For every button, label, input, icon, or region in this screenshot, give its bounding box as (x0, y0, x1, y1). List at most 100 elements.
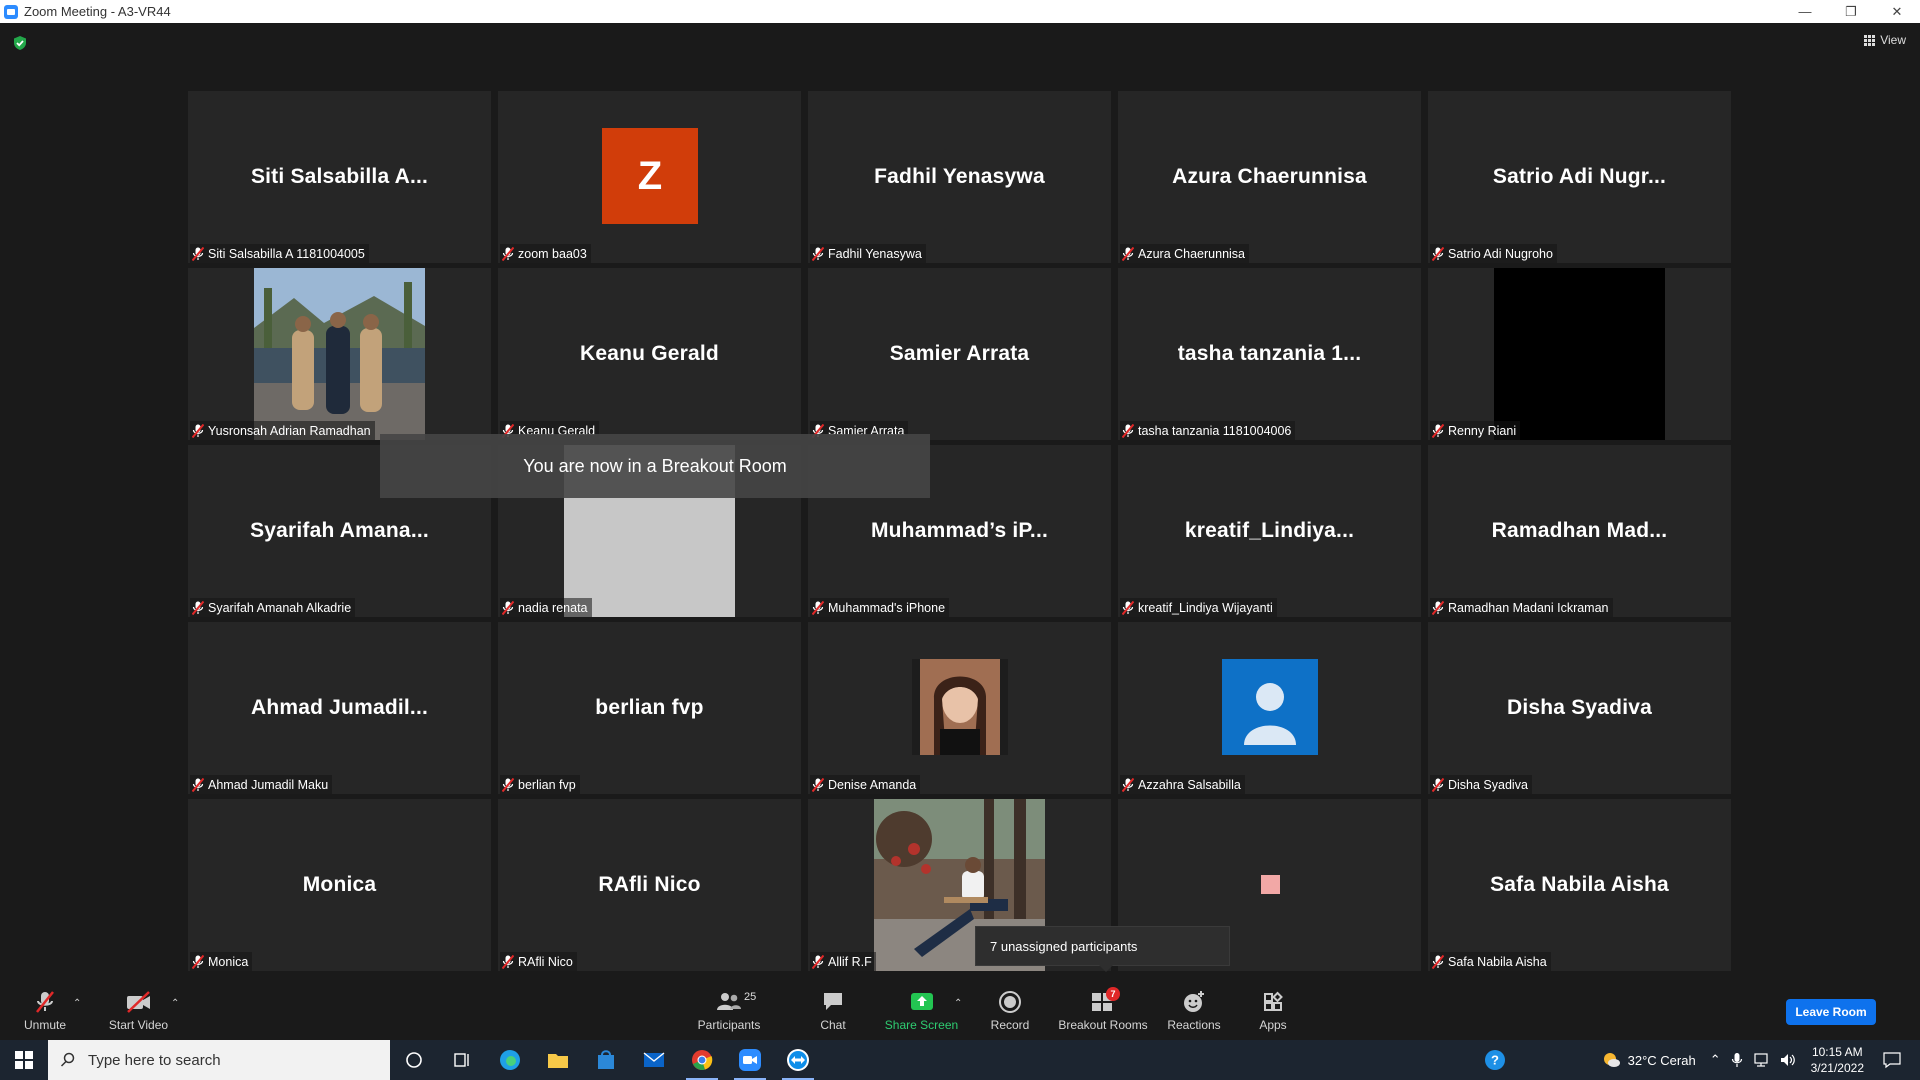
participant-tile[interactable]: Denise Amanda (808, 622, 1111, 794)
zoom-app-button[interactable] (726, 1040, 774, 1080)
record-icon (999, 990, 1021, 1013)
participant-name: Safa Nabila Aisha (1448, 954, 1547, 969)
muted-mic-icon (812, 954, 824, 969)
unmute-label: Unmute (23, 1017, 67, 1032)
store-app-button[interactable] (582, 1040, 630, 1080)
close-icon[interactable]: ✕ (1874, 0, 1920, 23)
chrome-app-button[interactable] (678, 1040, 726, 1080)
unmute-button[interactable]: Unmute (20, 980, 70, 1040)
taskbar-clock[interactable]: 10:15 AM 3/21/2022 (1811, 1044, 1864, 1076)
participant-tile[interactable]: Azzahra Salsabilla (1118, 622, 1421, 794)
participant-tile[interactable]: Zzoom baa03 (498, 91, 801, 263)
participant-tile[interactable]: Safa Nabila Aisha Safa Nabila Aisha (1428, 799, 1731, 971)
participant-tile[interactable]: Azura Chaerunnisa Azura Chaerunnisa (1118, 91, 1421, 263)
participant-display-name: Keanu Gerald (580, 342, 719, 365)
microphone-icon[interactable] (1731, 1052, 1743, 1068)
network-icon[interactable] (1753, 1052, 1771, 1068)
participant-name: nadia renata (518, 600, 588, 615)
participant-name-label: RAfli Nico (500, 952, 577, 971)
participant-name: Allif R.F (828, 954, 872, 969)
participant-tile[interactable]: tasha tanzania 1... tasha tanzania 118100… (1118, 268, 1421, 440)
participant-tile[interactable]: Fadhil Yenasywa Fadhil Yenasywa (808, 91, 1111, 263)
video-options-caret-icon[interactable]: ⌃ (171, 998, 179, 1009)
participant-tile[interactable]: Satrio Adi Nugr... Satrio Adi Nugroho (1428, 91, 1731, 263)
default-avatar-icon (1222, 659, 1318, 755)
svg-text:?: ? (1491, 1053, 1499, 1068)
volume-icon[interactable] (1779, 1052, 1797, 1068)
mail-icon (643, 1052, 665, 1067)
participant-display-name: Siti Salsabilla A... (250, 165, 429, 188)
record-label: Record (990, 1017, 1030, 1032)
leave-room-button[interactable]: Leave Room (1786, 999, 1876, 1025)
participants-button[interactable]: 25 Participants (694, 980, 764, 1040)
participant-tile[interactable]: Yusronsah Adrian Ramadhan (188, 268, 491, 440)
notifications-icon[interactable] (1882, 1051, 1902, 1069)
task-view-button[interactable] (438, 1040, 486, 1080)
muted-mic-icon (1122, 423, 1134, 438)
window-title: Zoom Meeting - A3-VR44 (24, 4, 171, 19)
reactions-button[interactable]: Reactions (1166, 980, 1222, 1040)
cortana-circle-icon (406, 1052, 422, 1068)
apps-button[interactable]: Apps (1250, 980, 1296, 1040)
participant-tile[interactable]: Disha Syadiva Disha Syadiva (1428, 622, 1731, 794)
security-shield-icon[interactable] (12, 35, 28, 51)
windows-start-button[interactable] (0, 1040, 48, 1080)
help-icon[interactable]: ? (1484, 1049, 1506, 1071)
apps-icon (1264, 991, 1283, 1011)
participant-name: Fadhil Yenasywa (828, 246, 922, 261)
participant-display-name: Ahmad Jumadil... (250, 696, 429, 719)
teamviewer-app-button[interactable] (774, 1040, 822, 1080)
folder-icon (548, 1054, 568, 1068)
participant-tile[interactable]: Samier Arrata Samier Arrata (808, 268, 1111, 440)
audio-options-caret-icon[interactable]: ⌃ (73, 998, 81, 1009)
window-controls: — ❐ ✕ (1782, 0, 1920, 23)
tray-overflow-chevron-icon[interactable]: ⌃ (1710, 1052, 1721, 1068)
share-screen-label: Share Screen (884, 1017, 959, 1032)
participant-display-name: Satrio Adi Nugr... (1492, 165, 1667, 188)
taskbar-search-box[interactable]: Type here to search (48, 1040, 390, 1080)
chat-label: Chat (820, 1017, 846, 1032)
muted-mic-icon (1122, 600, 1134, 615)
weather-text[interactable]: 32°C Cerah (1628, 1053, 1696, 1068)
start-video-button[interactable]: Start Video (106, 980, 171, 1040)
window-titlebar: Zoom Meeting - A3-VR44 — ❐ ✕ (0, 0, 1920, 23)
muted-mic-icon (192, 600, 204, 615)
gallery-grid: Siti Salsabilla A... Siti Salsabilla A 11… (188, 91, 1731, 971)
minimize-icon[interactable]: — (1782, 0, 1828, 23)
windows-logo-icon (15, 1051, 33, 1069)
chat-button[interactable]: Chat (808, 980, 858, 1040)
participant-display-name: kreatif_Lindiya... (1184, 519, 1355, 542)
zoom-icon (739, 1049, 761, 1071)
unassigned-participants-tooltip[interactable]: 7 unassigned participants (975, 926, 1230, 972)
participant-display-name: berlian fvp (595, 696, 704, 719)
breakout-rooms-button[interactable]: 7 Breakout Rooms (1058, 980, 1148, 1040)
participant-name: berlian fvp (518, 777, 576, 792)
participant-name-label: nadia renata (500, 598, 592, 617)
breakout-rooms-badge: 7 (1106, 986, 1120, 1001)
muted-mic-icon (192, 777, 204, 792)
file-explorer-button[interactable] (534, 1040, 582, 1080)
participant-tile[interactable]: RAfli Nico RAfli Nico (498, 799, 801, 971)
restore-icon[interactable]: ❐ (1828, 0, 1874, 23)
record-button[interactable]: Record (985, 980, 1035, 1040)
muted-mic-icon (192, 954, 204, 969)
participant-tile[interactable]: kreatif_Lindiya... kreatif_Lindiya Wijaya… (1118, 445, 1421, 617)
cortana-button[interactable] (390, 1040, 438, 1080)
edge-app-button[interactable] (486, 1040, 534, 1080)
participant-tile[interactable]: Ramadhan Mad... Ramadhan Madani Ickraman (1428, 445, 1731, 617)
participant-tile[interactable]: Keanu Gerald Keanu Gerald (498, 268, 801, 440)
participant-name-label: Azura Chaerunnisa (1120, 244, 1250, 263)
participant-name-label: Fadhil Yenasywa (810, 244, 926, 263)
participants-label: Participants (697, 1017, 761, 1032)
share-options-caret-icon[interactable]: ⌃ (954, 998, 962, 1009)
participant-tile[interactable]: Ahmad Jumadil... Ahmad Jumadil Maku (188, 622, 491, 794)
participant-tile[interactable]: Siti Salsabilla A... Siti Salsabilla A 11… (188, 91, 491, 263)
participant-name-label: Renny Riani (1430, 421, 1521, 440)
participant-tile[interactable]: Monica Monica (188, 799, 491, 971)
mail-app-button[interactable] (630, 1040, 678, 1080)
share-screen-button[interactable]: Share Screen (884, 980, 959, 1040)
participant-name-label: kreatif_Lindiya Wijayanti (1120, 598, 1277, 617)
view-button[interactable]: View (1864, 33, 1906, 47)
participant-tile[interactable]: Renny Riani (1428, 268, 1731, 440)
participant-tile[interactable]: berlian fvp berlian fvp (498, 622, 801, 794)
